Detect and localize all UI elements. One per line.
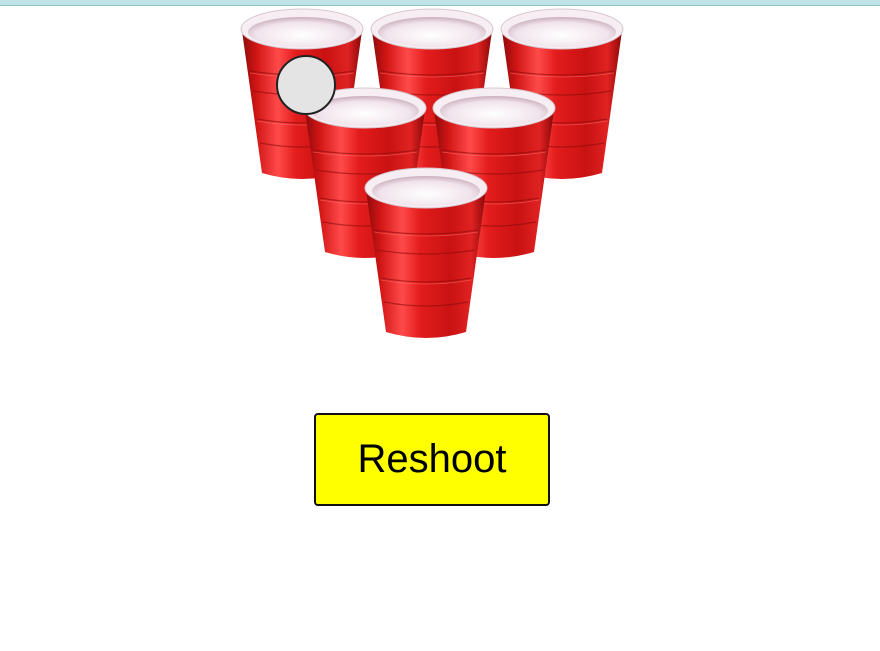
ping-pong-ball[interactable]	[276, 55, 336, 115]
reshoot-button[interactable]: Reshoot	[314, 413, 550, 506]
top-bar	[0, 0, 880, 6]
cup-front-center[interactable]	[364, 166, 488, 340]
